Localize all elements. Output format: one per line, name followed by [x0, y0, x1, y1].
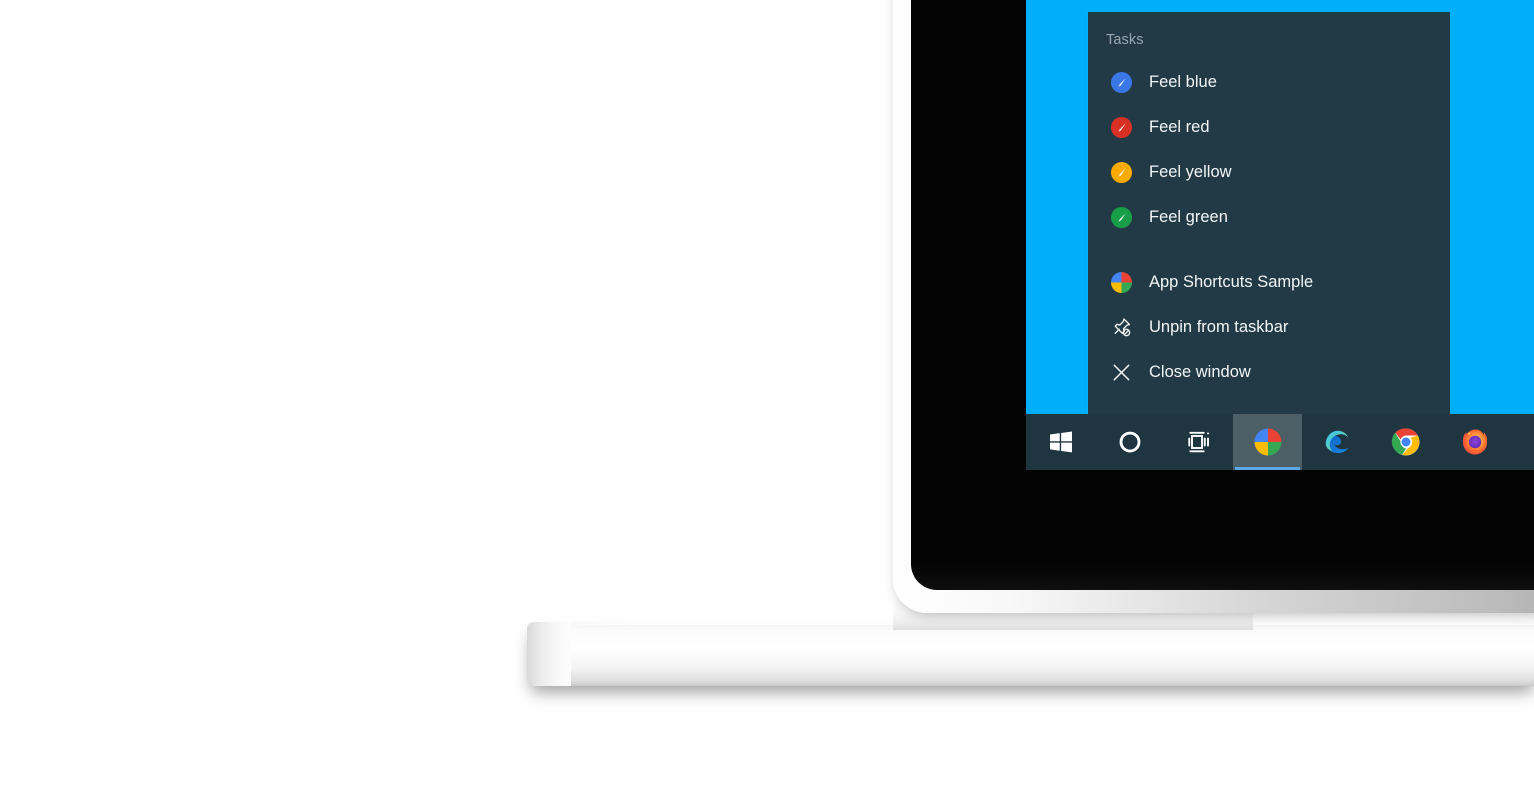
jump-list-item-feel-green[interactable]: Feel green [1088, 195, 1450, 240]
taskbar-button-google-chrome[interactable] [1371, 414, 1440, 470]
taskbar-button-cortana[interactable] [1095, 414, 1164, 470]
taskbar [1026, 414, 1534, 470]
cortana-circle-icon [1119, 431, 1140, 453]
taskbar-button-start[interactable] [1026, 414, 1095, 470]
jump-list-item-label: Close window [1149, 363, 1251, 381]
unpin-icon [1104, 316, 1138, 339]
close-icon [1104, 361, 1138, 384]
laptop-base-left-edge [527, 622, 571, 686]
taskbar-button-mozilla-firefox[interactable] [1440, 414, 1509, 470]
laptop-base [527, 622, 1534, 686]
edge-icon [1325, 430, 1349, 454]
jump-list-item-close-window[interactable]: Close window [1088, 350, 1450, 395]
jump-list-item-label: Feel yellow [1149, 163, 1232, 181]
yellow-brush-circle-icon [1104, 161, 1138, 184]
app-shortcuts-sample-icon [1104, 271, 1138, 294]
jump-list-menu: Tasks Feel blue Feel red Feel yellow Fee… [1088, 12, 1450, 417]
jump-list-item-feel-red[interactable]: Feel red [1088, 105, 1450, 150]
red-brush-circle-icon [1104, 116, 1138, 139]
taskbar-button-task-view[interactable] [1164, 414, 1233, 470]
jump-list-item-label: App Shortcuts Sample [1149, 273, 1314, 291]
bezel-shine [911, 564, 1534, 590]
jump-list-header: Tasks [1106, 32, 1144, 48]
firefox-icon [1462, 429, 1487, 455]
chrome-icon [1391, 428, 1419, 456]
jump-list-item-label: Unpin from taskbar [1149, 318, 1289, 336]
blue-brush-circle-icon [1104, 71, 1138, 94]
jump-list-item-feel-yellow[interactable]: Feel yellow [1088, 150, 1450, 195]
laptop-screen: Tasks Feel blue Feel red Feel yellow Fee… [1026, 0, 1534, 470]
jump-list-item-feel-blue[interactable]: Feel blue [1088, 60, 1450, 105]
jump-list-item-label: Feel red [1149, 118, 1210, 136]
jump-list-item-label: Feel blue [1149, 73, 1217, 91]
jump-list-item-label: Feel green [1149, 208, 1228, 226]
task-view-icon [1187, 431, 1209, 453]
jump-list-separator [1088, 240, 1450, 260]
taskbar-button-app-shortcuts-sample[interactable] [1233, 414, 1302, 470]
taskbar-button-microsoft-edge[interactable] [1302, 414, 1371, 470]
windows-logo-icon [1049, 431, 1072, 453]
jump-list-item-app-shortcuts-sample[interactable]: App Shortcuts Sample [1088, 260, 1450, 305]
screenshot-canvas: Tasks Feel blue Feel red Feel yellow Fee… [0, 0, 1534, 805]
green-brush-circle-icon [1104, 206, 1138, 229]
jump-list-item-unpin-from-taskbar[interactable]: Unpin from taskbar [1088, 305, 1450, 350]
app-shortcuts-sample-icon [1254, 428, 1281, 456]
